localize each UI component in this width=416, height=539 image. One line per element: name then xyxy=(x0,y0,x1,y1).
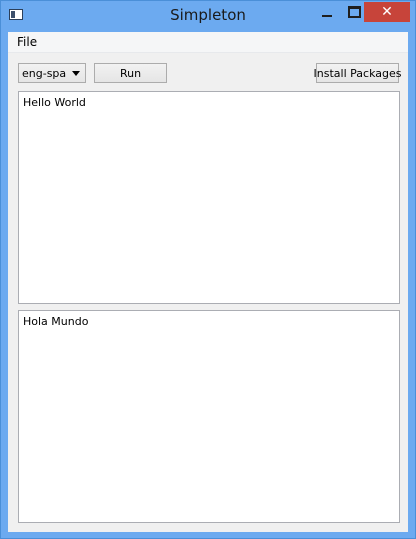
language-select-value: eng-spa xyxy=(22,67,67,80)
language-select[interactable]: eng-spa xyxy=(18,63,86,83)
client-area: File eng-spa Run Install Packages Hello … xyxy=(8,32,408,532)
minimize-icon xyxy=(322,15,332,17)
close-icon: ✕ xyxy=(381,4,393,20)
run-button[interactable]: Run xyxy=(94,63,167,83)
close-button[interactable]: ✕ xyxy=(364,2,410,22)
dropdown-arrow-icon xyxy=(72,71,80,76)
input-textarea[interactable]: Hello World xyxy=(18,91,400,304)
menu-file[interactable]: File xyxy=(17,35,37,49)
title-bar[interactable]: Simpleton ✕ xyxy=(1,1,415,31)
output-textarea[interactable]: Hola Mundo xyxy=(18,310,400,523)
app-window: Simpleton ✕ File eng-spa Run Install Pac… xyxy=(0,0,416,539)
menu-bar: File xyxy=(8,32,408,53)
install-packages-button[interactable]: Install Packages xyxy=(314,63,401,83)
maximize-icon xyxy=(347,6,361,18)
maximize-button[interactable] xyxy=(343,2,365,22)
minimize-button[interactable] xyxy=(316,2,338,22)
